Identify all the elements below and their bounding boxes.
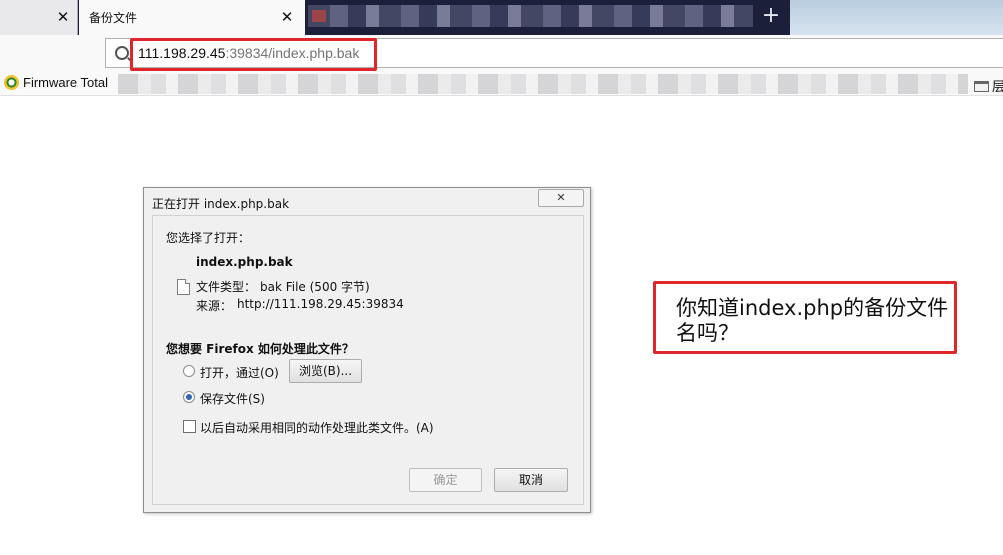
file-icon [177, 279, 190, 295]
dialog-content: 您选择了打开： index.php.bak 文件类型： bak File (50… [152, 215, 584, 505]
save-file-radio[interactable] [183, 391, 195, 403]
tab-title: 备份文件 [89, 11, 138, 25]
titlebar-background [790, 0, 1003, 35]
source-value: http://111.198.29.45:39834 [237, 297, 404, 311]
bookmark-folder-label: 层 [992, 80, 1003, 95]
browse-button[interactable]: 浏览(B)... [289, 359, 362, 383]
bookmarks-bar: Firmware Total 层 [0, 71, 1003, 96]
handling-question: 您想要 Firefox 如何处理此文件？ [166, 342, 354, 356]
tab-backup-file[interactable]: 备份文件 ✕ [79, 0, 305, 35]
tab-close-icon[interactable]: ✕ [54, 8, 72, 26]
open-with-radio[interactable] [183, 365, 195, 377]
dialog-title: 正在打开 index.php.bak [152, 197, 290, 211]
url-highlight-box [130, 38, 377, 71]
new-tab-button[interactable]: + [756, 4, 786, 30]
tab-previous[interactable]: ✕ [0, 0, 78, 35]
folder-icon [974, 81, 989, 92]
bookmark-label: Firmware Total [23, 75, 109, 90]
ok-button[interactable]: 确定 [409, 468, 482, 492]
file-type-label: 文件类型： [196, 280, 257, 294]
save-file-label: 保存文件(S) [200, 392, 265, 406]
annotation-box: 你知道index.php的备份文件名吗？ [653, 281, 957, 354]
cancel-button[interactable]: 取消 [494, 468, 568, 492]
file-name: index.php.bak [196, 255, 293, 269]
open-file-dialog: 正在打开 index.php.bak ✕ 您选择了打开： index.php.b… [143, 187, 591, 513]
firmware-total-icon [4, 75, 19, 90]
close-icon[interactable]: ✕ [538, 189, 584, 207]
auto-action-checkbox[interactable] [183, 420, 196, 433]
annotation-text: 你知道index.php的备份文件名吗？ [676, 296, 949, 345]
tab-close-icon[interactable]: ✕ [278, 8, 296, 26]
source-label: 来源： [196, 299, 233, 313]
file-type-value: bak File (500 字节) [260, 280, 370, 294]
chosen-label: 您选择了打开： [166, 231, 251, 245]
tab-strip: ✕ 备份文件 ✕ + [0, 0, 1003, 35]
open-with-label: 打开，通过(O) [200, 366, 279, 380]
search-icon [115, 46, 129, 60]
auto-action-label: 以后自动采用相同的动作处理此类文件。(A) [200, 421, 434, 435]
blurred-tabs [308, 5, 753, 27]
bookmark-firmware-total[interactable]: Firmware Total [4, 75, 108, 90]
blurred-favicon [312, 10, 326, 22]
blurred-bookmarks [118, 74, 968, 94]
bookmark-folder[interactable]: 层 [974, 76, 1003, 95]
